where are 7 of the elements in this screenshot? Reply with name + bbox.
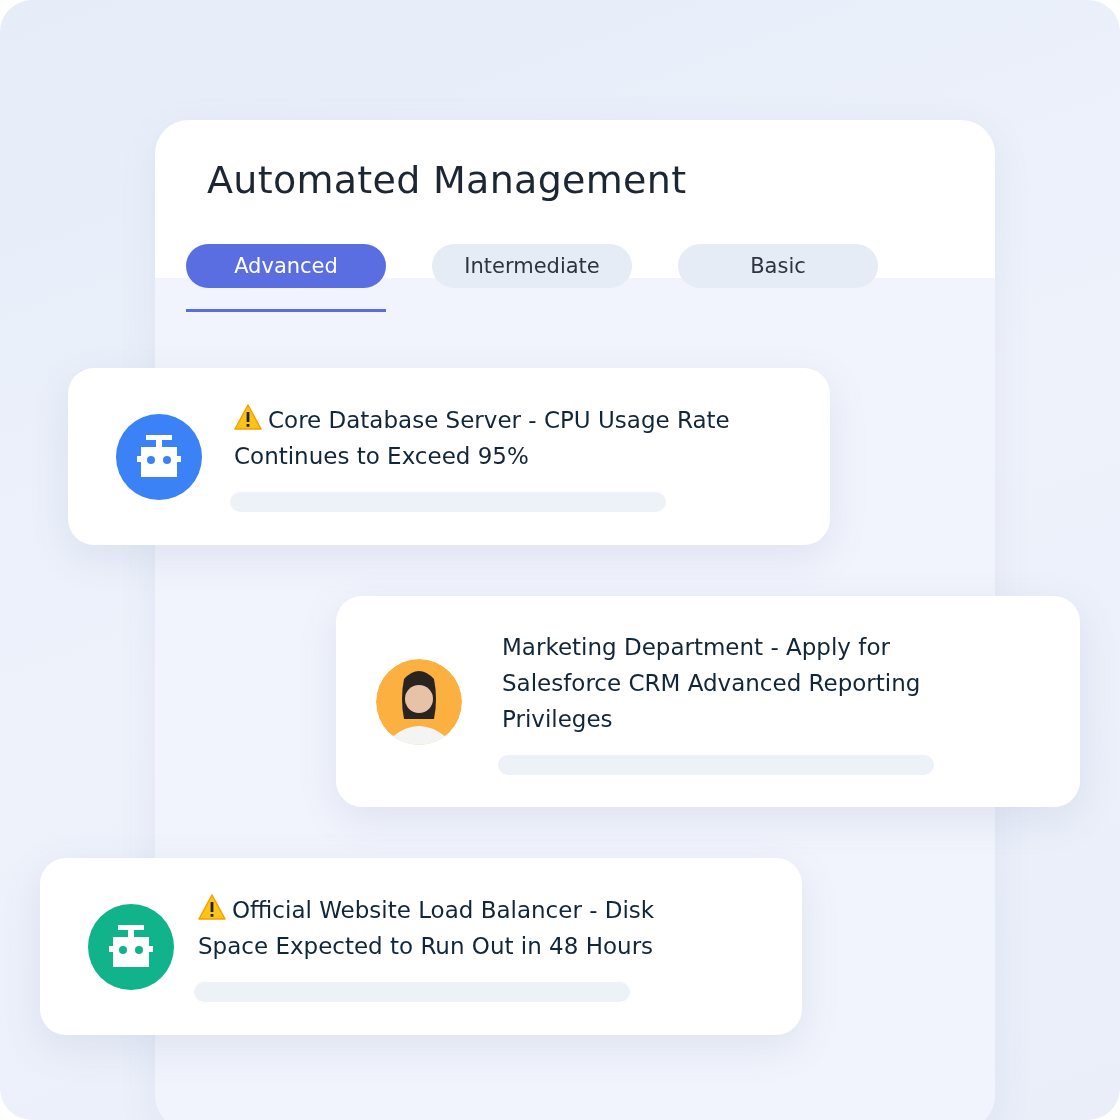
panel-title: Automated Management [207,158,688,202]
notification-text: Core Database Server - CPU Usage Rate Continues to Exceed 95% [234,401,774,474]
tab[interactable]: Basic [678,244,878,288]
tab[interactable]: Intermediate [432,244,632,288]
tab[interactable]: Advanced [186,244,386,288]
notification-text: Official Website Load Balancer - Disk Space Expected to Run Out in 48 Hours [198,891,738,964]
notification-text: Marketing Department - Apply for Salesforce CRM Advanced Reporting Privileges [502,632,922,734]
